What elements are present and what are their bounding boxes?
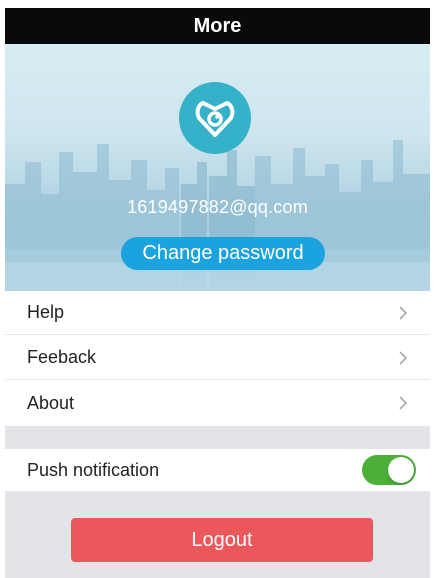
menu-item-label: Feeback (27, 347, 97, 367)
shield-heart-icon (195, 101, 235, 137)
change-password-button[interactable]: Change password (121, 237, 325, 270)
push-notification-toggle[interactable] (362, 455, 416, 485)
chevron-right-icon (394, 350, 412, 366)
menu-item-help[interactable]: Help (5, 291, 430, 335)
more-screen: More 1619497882@qq.com Change password H… (0, 0, 437, 578)
profile-header: 1619497882@qq.com Change password (5, 44, 430, 291)
menu-item-about[interactable]: About (5, 381, 430, 425)
push-notification-label: Push notification (27, 459, 160, 480)
push-notification-row: Push notification (5, 449, 430, 491)
user-email: 1619497882@qq.com (127, 197, 308, 217)
toggle-knob (388, 457, 414, 483)
avatar[interactable] (179, 82, 251, 154)
section-divider (5, 426, 430, 449)
logout-button[interactable]: Logout (71, 518, 373, 562)
chevron-right-icon (394, 395, 412, 411)
menu-item-label: Help (27, 302, 65, 322)
menu-item-label: About (27, 392, 75, 413)
menu-item-feedback[interactable]: Feeback (5, 336, 430, 380)
chevron-right-icon (394, 305, 412, 321)
page-title: More (5, 8, 430, 44)
